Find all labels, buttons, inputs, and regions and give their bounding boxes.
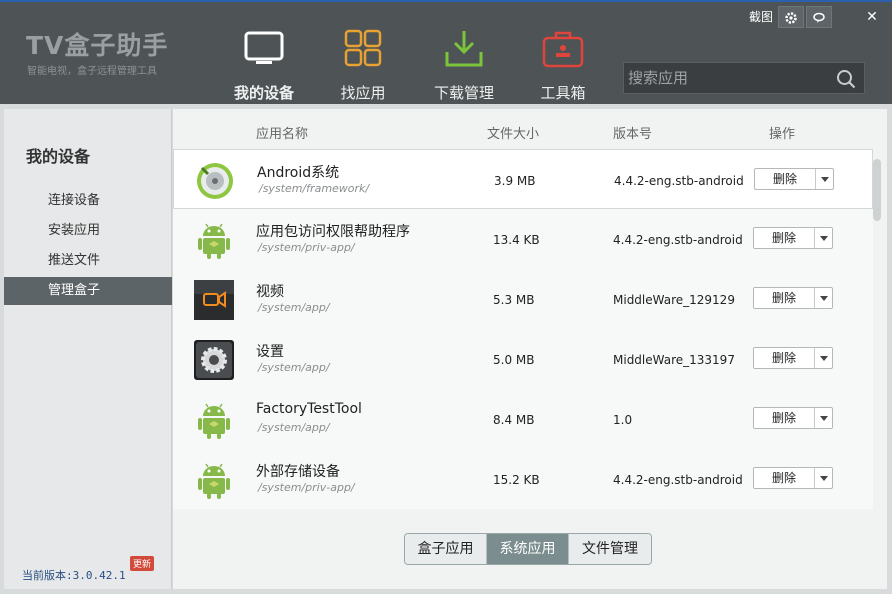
app-name: FactoryTestTool	[256, 401, 362, 417]
scrollbar-thumb[interactable]	[873, 159, 881, 221]
app-list: Android系统 /system/framework/ 3.9 MB 4.4.…	[173, 149, 873, 517]
search-icon[interactable]	[836, 69, 856, 89]
delete-button[interactable]: 删除	[753, 407, 833, 429]
nav-my-devices[interactable]: 我的设备	[224, 28, 304, 103]
app-version: 4.4.2-eng.stb-android	[614, 174, 744, 188]
app-path: /system/priv-app/	[258, 241, 355, 254]
table-row[interactable]: 设置 /system/app/ 5.0 MB MiddleWare_133197…	[173, 329, 873, 389]
search-box	[623, 62, 865, 94]
app-path: /system/framework/	[259, 182, 370, 195]
gear-icon[interactable]	[778, 6, 804, 28]
app-name: 外部存储设备	[256, 464, 340, 480]
col-app-name: 应用名称	[256, 127, 309, 142]
app-logo: TV盒子助手	[26, 31, 169, 60]
toolbox-icon	[542, 31, 584, 68]
app-name: 应用包访问权限帮助程序	[256, 224, 410, 240]
tab-file-manager[interactable]: 文件管理	[569, 534, 651, 564]
android-robot-icon	[198, 223, 230, 259]
sidebar-item-install-app[interactable]: 安装应用	[4, 217, 172, 245]
chevron-down-icon[interactable]	[815, 169, 833, 189]
chevron-down-icon[interactable]	[814, 468, 832, 488]
nav-label: 下载管理	[433, 84, 494, 102]
nav-toolbox[interactable]: 工具箱	[523, 28, 603, 103]
delete-label: 删除	[771, 411, 796, 425]
monitor-icon	[244, 31, 284, 64]
table-header: 应用名称 文件大小 版本号 操作	[173, 109, 887, 149]
sidebar: 我的设备 连接设备 安装应用 推送文件 管理盒子 更新 当前版本:3.0.42.…	[4, 109, 172, 589]
app-path: /system/app/	[258, 361, 330, 374]
app-version: MiddleWare_133197	[613, 353, 735, 367]
close-button[interactable]: ✕	[852, 6, 892, 28]
chevron-down-icon[interactable]	[814, 228, 832, 248]
app-slogan: 智能电视，盒子远程管理工具	[27, 66, 157, 77]
table-row[interactable]: FactoryTestTool /system/app/ 8.4 MB 1.0 …	[173, 389, 873, 449]
tab-box-apps[interactable]: 盒子应用	[405, 534, 487, 564]
window-controls: 截图 ✕	[744, 6, 892, 28]
video-icon	[194, 280, 234, 320]
nav-label: 工具箱	[540, 84, 586, 102]
settings-gear-icon	[194, 340, 234, 380]
nav-download-manager[interactable]: 下载管理	[424, 28, 504, 103]
app-size: 8.4 MB	[493, 413, 535, 427]
col-action: 操作	[769, 127, 796, 142]
app-path: /system/priv-app/	[258, 481, 355, 494]
delete-label: 删除	[772, 172, 797, 186]
delete-button[interactable]: 删除	[753, 227, 833, 249]
delete-label: 删除	[771, 351, 796, 365]
chat-icon[interactable]	[806, 6, 832, 28]
screenshot-button[interactable]: 截图	[744, 6, 778, 28]
nav-label: 我的设备	[233, 84, 294, 102]
app-path: /system/app/	[258, 301, 330, 314]
app-size: 5.0 MB	[493, 353, 535, 367]
chevron-down-icon[interactable]	[814, 288, 832, 308]
table-row[interactable]: 外部存储设备 /system/priv-app/ 15.2 KB 4.4.2-e…	[173, 449, 873, 509]
sidebar-item-push-file[interactable]: 推送文件	[4, 247, 172, 275]
delete-button[interactable]: 删除	[754, 168, 834, 190]
search-input[interactable]	[628, 67, 828, 89]
delete-label: 删除	[771, 291, 796, 305]
nav-label: 找应用	[340, 84, 386, 102]
table-row[interactable]: 应用包访问权限帮助程序 /system/priv-app/ 13.4 KB 4.…	[173, 209, 873, 269]
version-label: 当前版本:3.0.42.1	[22, 569, 126, 582]
tab-system-apps[interactable]: 系统应用	[487, 534, 569, 564]
nav-find-apps[interactable]: 找应用	[323, 28, 403, 103]
download-icon	[445, 31, 483, 67]
delete-button[interactable]: 删除	[753, 347, 833, 369]
app-version: 4.4.2-eng.stb-android	[613, 473, 743, 487]
app-size: 5.3 MB	[493, 293, 535, 307]
app-size: 3.9 MB	[494, 174, 536, 188]
delete-button[interactable]: 删除	[753, 467, 833, 489]
tab-bar: 盒子应用 系统应用 文件管理	[404, 533, 652, 565]
sidebar-title: 我的设备	[26, 147, 91, 166]
app-size: 13.4 KB	[493, 233, 540, 247]
app-version: MiddleWare_129129	[613, 293, 735, 307]
android-robot-icon	[198, 463, 230, 499]
update-badge[interactable]: 更新	[130, 556, 155, 571]
app-version: 1.0	[613, 413, 633, 427]
delete-label: 删除	[771, 471, 796, 485]
app-name: Android系统	[257, 165, 340, 181]
android-robot-icon	[198, 403, 230, 439]
delete-button[interactable]: 删除	[753, 287, 833, 309]
sidebar-item-connect-device[interactable]: 连接设备	[4, 187, 172, 215]
app-size: 15.2 KB	[493, 473, 540, 487]
app-name: 设置	[256, 344, 284, 360]
chevron-down-icon[interactable]	[814, 348, 832, 368]
app-path: /system/app/	[258, 421, 330, 434]
table-row[interactable]: Android系统 /system/framework/ 3.9 MB 4.4.…	[173, 149, 873, 209]
app-name: 视频	[256, 284, 284, 300]
table-row[interactable]: 视频 /system/app/ 5.3 MB MiddleWare_129129…	[173, 269, 873, 329]
chevron-down-icon[interactable]	[814, 408, 832, 428]
header-bar: TV盒子助手 智能电视，盒子远程管理工具 我的设备 找应用 下载管理 工具箱 截…	[0, 0, 892, 104]
sidebar-item-manage-box[interactable]: 管理盒子	[4, 277, 172, 305]
android-system-icon	[197, 163, 233, 199]
col-version: 版本号	[613, 127, 653, 142]
app-list-panel: 应用名称 文件大小 版本号 操作 Android系统 /system/frame…	[173, 109, 887, 589]
col-file-size: 文件大小	[487, 127, 540, 142]
app-version: 4.4.2-eng.stb-android	[613, 233, 743, 247]
delete-label: 删除	[771, 231, 796, 245]
grid-icon	[344, 29, 382, 67]
